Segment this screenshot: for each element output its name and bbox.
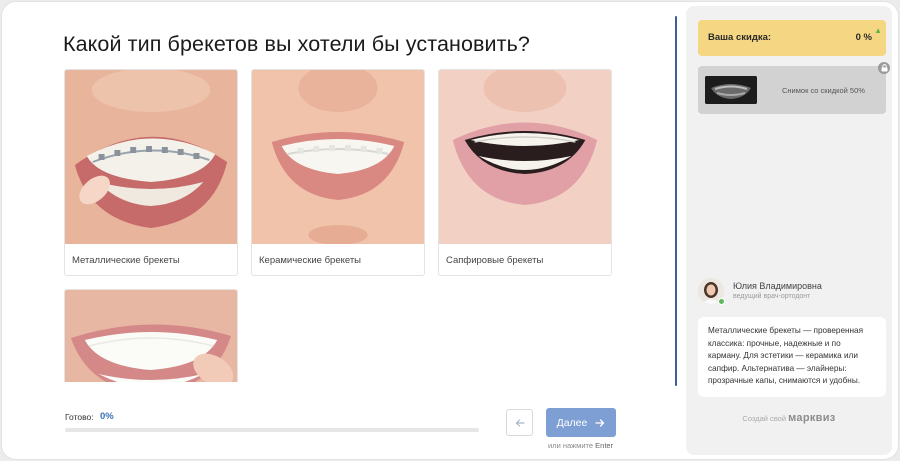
option-photo bbox=[65, 70, 237, 244]
xray-thumbnail bbox=[705, 76, 757, 104]
brand-logo: марквиз bbox=[788, 412, 836, 424]
hint-prefix: или нажмите bbox=[548, 441, 594, 450]
option-photo bbox=[439, 70, 611, 244]
question-title: Какой тип брекетов вы хотели бы установи… bbox=[63, 32, 530, 56]
progress-label: Готово: bbox=[65, 412, 94, 422]
back-button[interactable] bbox=[506, 409, 533, 436]
hint-key: Enter bbox=[595, 441, 614, 450]
quiz-main: Какой тип брекетов вы хотели бы установи… bbox=[2, 2, 675, 459]
consultant-role: ведущий врач-ортодонт bbox=[733, 293, 811, 300]
arrow-up-icon: ▲ bbox=[874, 26, 882, 35]
option-label: Керамические брекеты bbox=[259, 255, 362, 266]
discount-value: 0 % bbox=[855, 32, 872, 43]
sidebar: Ваша скидка: 0 % ▲ Снимок со скидкой 50% bbox=[686, 6, 892, 455]
made-with-prefix: Создай свой bbox=[742, 414, 787, 423]
next-button[interactable]: Далее bbox=[546, 408, 616, 437]
made-with-link[interactable]: Создай свой марквиз bbox=[686, 412, 892, 424]
option-metal-braces[interactable]: Металлические брекеты bbox=[64, 69, 238, 276]
arrow-left-icon bbox=[515, 418, 525, 427]
option-label: Сапфировые брекеты bbox=[446, 255, 544, 266]
discount-panel: Ваша скидка: 0 % ▲ bbox=[698, 20, 886, 56]
arrow-right-icon bbox=[595, 418, 605, 427]
enter-hint: или нажмите Enter bbox=[548, 441, 613, 450]
online-indicator bbox=[718, 298, 725, 305]
lock-icon bbox=[878, 62, 890, 74]
bonus-card: Снимок со скидкой 50% bbox=[698, 62, 890, 114]
consultant-name: Юлия Владимировна bbox=[733, 281, 822, 291]
bonus-text: Снимок со скидкой 50% bbox=[782, 86, 865, 95]
discount-label: Ваша скидка: bbox=[708, 32, 772, 43]
quiz-footer: Готово: 0% Далее или нажмите Enter bbox=[2, 382, 675, 459]
option-ceramic-braces[interactable]: Керамические брекеты bbox=[251, 69, 425, 276]
progress-value: 0% bbox=[100, 411, 114, 422]
quiz-window: Какой тип брекетов вы хотели бы установи… bbox=[2, 2, 898, 459]
scrollbar[interactable] bbox=[675, 16, 677, 386]
option-photo bbox=[252, 70, 424, 244]
option-label: Металлические брекеты bbox=[72, 255, 180, 266]
progress-bar bbox=[65, 428, 479, 432]
next-button-label: Далее bbox=[556, 416, 588, 429]
consultant-message: Металлические брекеты — проверенная клас… bbox=[698, 317, 886, 397]
option-sapphire-braces[interactable]: Сапфировые брекеты bbox=[438, 69, 612, 276]
